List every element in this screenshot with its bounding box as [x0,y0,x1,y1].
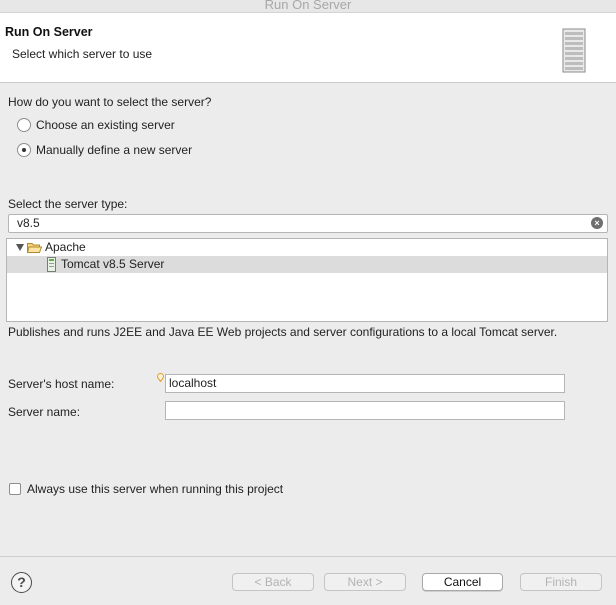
tree-item-label: Apache [45,240,86,254]
back-button[interactable]: < Back [232,573,314,591]
footer-divider [0,556,616,557]
radio-button[interactable] [17,118,31,132]
radio-manually-define[interactable]: Manually define a new server [17,143,192,157]
content-assist-icon [157,373,164,382]
page-subtitle: Select which server to use [12,47,153,61]
tree-item-label: Tomcat v8.5 Server [61,257,165,271]
clear-icon[interactable]: × [591,217,603,229]
wizard-header: Run On Server Select which server to use [0,13,616,83]
page-title: Run On Server [5,25,93,39]
host-name-input[interactable]: localhost [165,374,565,393]
always-use-checkbox[interactable] [9,483,21,495]
server-type-filter-input[interactable]: v8.5 × [8,214,608,233]
radio-label: Choose an existing server [36,118,175,132]
help-button[interactable]: ? [11,572,32,593]
server-type-tree[interactable]: Apache Tomcat v8.5 Server [6,238,608,322]
radio-label: Manually define a new server [36,143,193,157]
tree-item-apache[interactable]: Apache [7,239,607,256]
host-name-label: Server's host name: [8,377,115,391]
always-use-checkbox-row[interactable]: Always use this server when running this… [9,482,283,496]
cancel-button[interactable]: Cancel [422,573,503,591]
tomcat-server-icon [47,257,56,272]
server-type-label: Select the server type: [8,197,128,211]
finish-button[interactable]: Finish [520,573,602,591]
expand-triangle-icon[interactable] [16,244,24,251]
folder-icon [27,243,42,253]
server-name-label: Server name: [8,405,81,419]
next-button[interactable]: Next > [324,573,406,591]
tree-item-tomcat-v85[interactable]: Tomcat v8.5 Server [7,256,607,273]
always-use-label: Always use this server when running this… [27,482,284,496]
radio-choose-existing[interactable]: Choose an existing server [17,118,175,132]
window-title: Run On Server [264,0,352,12]
server-icon [562,28,586,73]
window-titlebar: Run On Server [0,0,616,13]
selection-question: How do you want to select the server? [8,95,212,109]
radio-button[interactable] [17,143,31,157]
filter-value: v8.5 [17,216,40,230]
server-type-description: Publishes and runs J2EE and Java EE Web … [8,325,558,339]
server-name-input[interactable] [165,401,565,420]
